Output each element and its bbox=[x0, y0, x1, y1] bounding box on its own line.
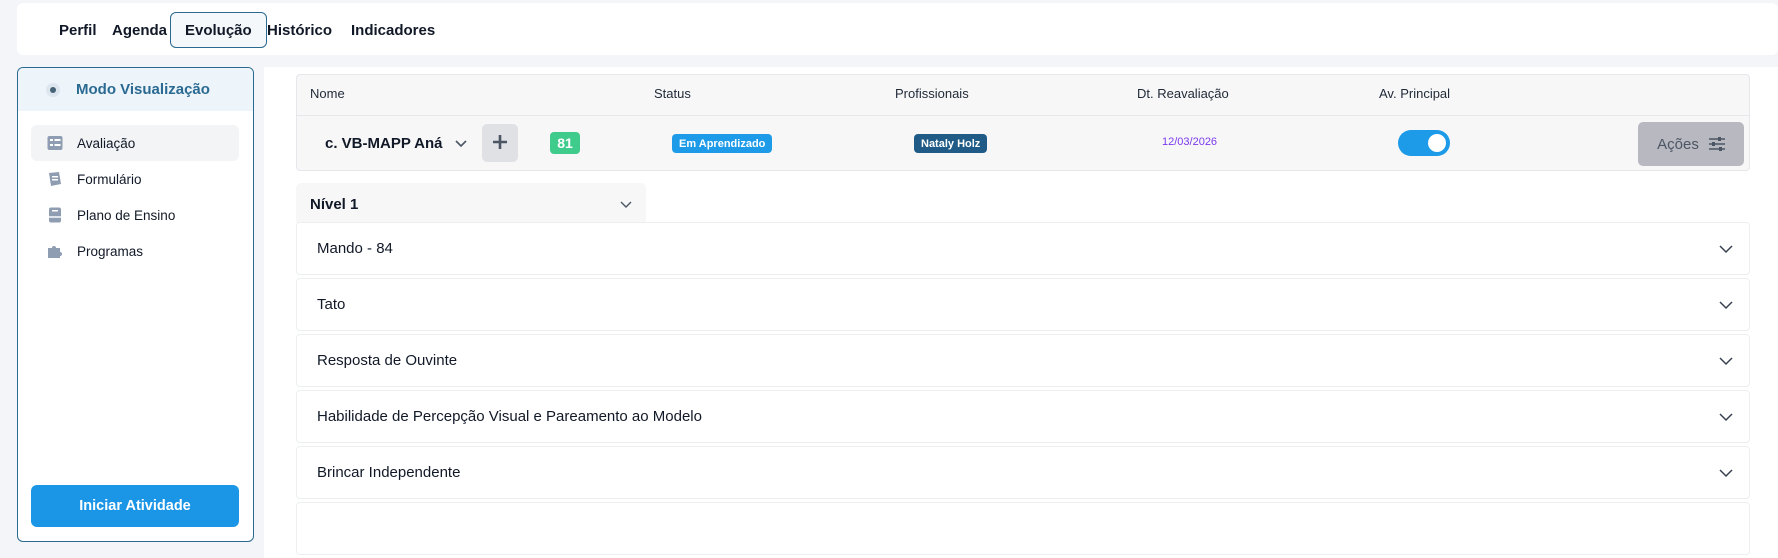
column-header-name: Nome bbox=[310, 86, 345, 101]
plus-icon bbox=[492, 129, 508, 157]
evaluations-table: Nome Status Profissionais Dt. Reavaliaçã… bbox=[296, 74, 1750, 171]
professional-badge: Nataly Holz bbox=[914, 134, 988, 153]
sliders-icon bbox=[1708, 137, 1725, 151]
accordion-tato[interactable]: Tato bbox=[296, 278, 1750, 331]
column-header-reevaluation-date: Dt. Reavaliação bbox=[1137, 86, 1229, 101]
form-icon bbox=[47, 171, 63, 187]
chevron-down-icon bbox=[1719, 409, 1733, 426]
accordion-percepcao-visual[interactable]: Habilidade de Percepção Visual e Pareame… bbox=[296, 390, 1750, 443]
sidebar-item-avaliacao[interactable]: Avaliação bbox=[31, 125, 239, 161]
reevaluation-date: 12/03/2026 bbox=[1162, 136, 1218, 148]
view-mode-label: Modo Visualização bbox=[76, 81, 210, 98]
sidebar-item-plano-de-ensino[interactable]: Plano de Ensino bbox=[31, 197, 239, 233]
sidebar-item-formulario[interactable]: Formulário bbox=[31, 161, 239, 197]
sidebar-item-label: Plano de Ensino bbox=[77, 207, 176, 223]
teaching-plan-icon bbox=[47, 207, 63, 223]
chevron-down-icon bbox=[1719, 297, 1733, 314]
accordion-brincar-independente[interactable]: Brincar Independente bbox=[296, 446, 1750, 499]
main-content: Nome Status Profissionais Dt. Reavaliaçã… bbox=[264, 67, 1778, 558]
column-header-professionals: Profissionais bbox=[895, 86, 969, 101]
chevron-down-icon bbox=[1719, 241, 1733, 258]
start-activity-button[interactable]: Iniciar Atividade bbox=[31, 485, 239, 527]
chevron-down-icon bbox=[620, 196, 632, 213]
tab-agenda[interactable]: Agenda bbox=[98, 12, 181, 48]
level-select[interactable]: Nível 1 bbox=[296, 183, 646, 226]
column-header-main-evaluation: Av. Principal bbox=[1379, 86, 1451, 101]
tab-historico[interactable]: Histórico bbox=[253, 12, 346, 48]
accordion-title: Brincar Independente bbox=[317, 464, 461, 481]
puzzle-icon bbox=[47, 243, 63, 259]
add-evaluation-button[interactable] bbox=[482, 124, 518, 162]
top-tab-bar: Perfil Agenda Evolução Histórico Indicad… bbox=[17, 3, 1778, 55]
status-badge: Em Aprendizado bbox=[672, 134, 773, 153]
chevron-down-icon bbox=[1719, 353, 1733, 370]
tab-indicadores[interactable]: Indicadores bbox=[337, 12, 449, 48]
actions-button[interactable]: Ações bbox=[1638, 122, 1744, 166]
actions-label: Ações bbox=[1657, 135, 1699, 153]
chevron-down-icon bbox=[1719, 465, 1733, 482]
evaluation-name: c. VB-MAPP Aná bbox=[325, 135, 443, 152]
column-header-status: Status bbox=[654, 86, 691, 101]
view-mode-icon bbox=[46, 82, 60, 97]
accordion-resposta-de-ouvinte[interactable]: Resposta de Ouvinte bbox=[296, 334, 1750, 387]
accordion-title: Habilidade de Percepção Visual e Pareame… bbox=[317, 408, 702, 425]
accordion-next[interactable] bbox=[296, 502, 1750, 555]
view-mode-header[interactable]: Modo Visualização bbox=[18, 68, 253, 111]
chevron-down-icon bbox=[454, 135, 467, 152]
main-evaluation-toggle[interactable] bbox=[1398, 130, 1450, 156]
score-badge: 81 bbox=[550, 132, 580, 154]
sidebar-item-label: Avaliação bbox=[77, 135, 136, 151]
sidebar-item-programas[interactable]: Programas bbox=[31, 233, 239, 269]
sidebar-item-label: Formulário bbox=[77, 171, 142, 187]
level-select-value: Nível 1 bbox=[310, 196, 359, 213]
accordion-title: Tato bbox=[317, 296, 346, 313]
accordion-title: Mando - 84 bbox=[317, 240, 393, 257]
evaluation-select[interactable]: c. VB-MAPP Aná bbox=[325, 135, 467, 152]
checklist-icon bbox=[47, 135, 63, 151]
header-divider bbox=[297, 115, 1749, 116]
sidebar: Modo Visualização Avaliação Formulário P… bbox=[17, 67, 254, 542]
accordion-mando[interactable]: Mando - 84 bbox=[296, 222, 1750, 275]
sidebar-item-label: Programas bbox=[77, 243, 144, 259]
accordion-title: Resposta de Ouvinte bbox=[317, 352, 458, 369]
